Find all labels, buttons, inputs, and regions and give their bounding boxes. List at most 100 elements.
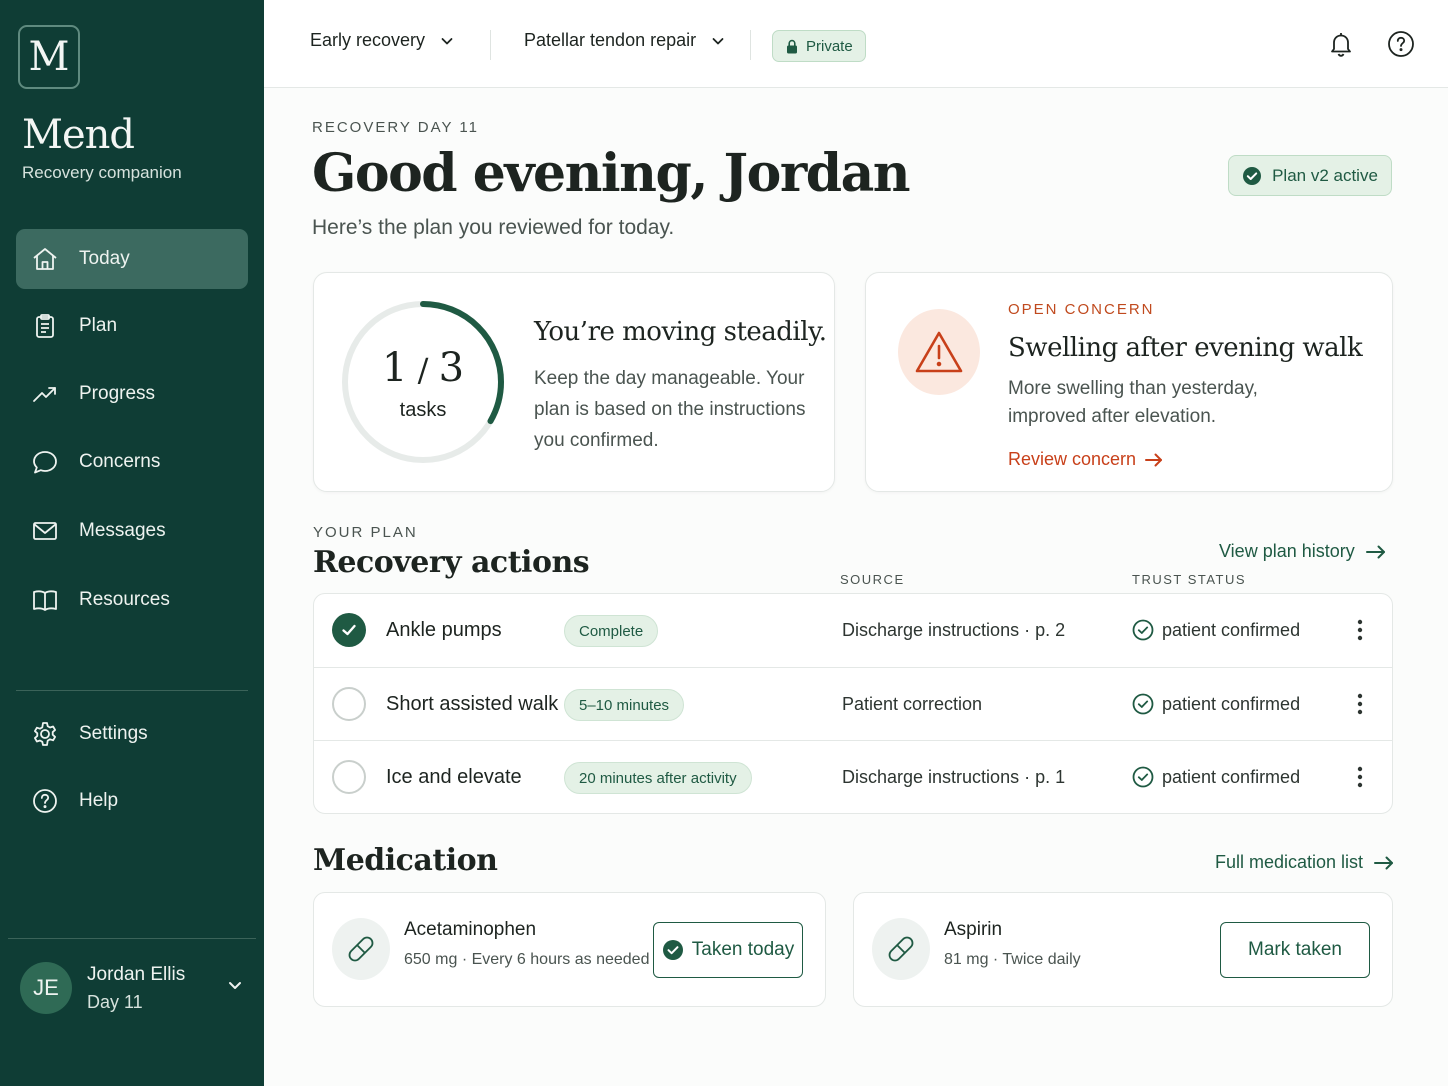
action-source: Discharge instructions · p. 1 <box>842 767 1066 787</box>
app-subtitle: Recovery companion <box>22 163 182 182</box>
book-icon <box>30 585 60 615</box>
view-plan-history-link[interactable]: View plan history <box>1219 541 1387 562</box>
row-menu-icon[interactable] <box>1350 690 1370 718</box>
plan-version-label: Plan v2 active <box>1272 165 1378 185</box>
sidebar-item-concerns[interactable]: Concerns <box>16 432 248 492</box>
check-circle-icon <box>1132 619 1154 641</box>
user-name: Jordan Ellis <box>87 963 186 985</box>
privacy-label: Private <box>806 37 853 55</box>
recovery-actions-table: Ankle pumps Complete Discharge instructi… <box>313 593 1393 814</box>
view-plan-history-label: View plan history <box>1219 541 1355 561</box>
table-row: Ankle pumps Complete Discharge instructi… <box>314 594 1392 667</box>
action-source: Discharge instructions · p. 2 <box>842 620 1066 640</box>
taken-today-button[interactable]: Taken today <box>653 922 803 978</box>
help-circle-icon <box>30 786 60 816</box>
complete-checkbox[interactable] <box>332 613 366 647</box>
progress-title: You’re moving steadily. <box>534 317 827 347</box>
medication-section-title: Medication <box>313 843 498 878</box>
sidebar-item-label: Settings <box>79 723 148 744</box>
mail-icon <box>30 516 60 546</box>
chevron-down-icon <box>441 37 453 44</box>
help-circle-icon[interactable] <box>1385 28 1417 60</box>
phase-dropdown[interactable]: Early recovery <box>310 30 455 51</box>
app-name: Mend <box>22 112 135 158</box>
review-concern-label: Review concern <box>1008 449 1137 469</box>
topbar-divider <box>750 30 751 60</box>
row-menu-icon[interactable] <box>1350 616 1370 644</box>
progress-description: Keep the day manageable. Your plan is ba… <box>534 368 806 451</box>
concern-description: More swelling than yesterday, improved a… <box>1008 378 1258 427</box>
chevron-down-icon <box>226 976 244 999</box>
trust-status: patient confirmed <box>1132 619 1300 641</box>
sidebar-item-label: Today <box>79 248 130 269</box>
procedure-dropdown[interactable]: Patellar tendon repair <box>524 30 726 51</box>
sidebar-item-today[interactable]: Today <box>16 229 248 289</box>
sidebar-item-messages[interactable]: Messages <box>16 501 248 561</box>
table-row: Ice and elevate 20 minutes after activit… <box>314 740 1392 813</box>
plan-section-title: Recovery actions <box>313 545 590 580</box>
trust-status-label: patient confirmed <box>1162 693 1301 714</box>
incomplete-checkbox[interactable] <box>332 687 366 721</box>
tasks-total: 3 <box>438 345 465 391</box>
concern-title: Swelling after evening walk <box>1008 333 1363 363</box>
clipboard-icon <box>30 311 60 341</box>
chat-bubble-icon <box>30 447 60 477</box>
concern-eyebrow: OPEN CONCERN <box>1008 301 1155 318</box>
sidebar-divider <box>16 690 248 691</box>
privacy-badge[interactable]: Private <box>772 30 866 62</box>
arrow-right-icon <box>1365 545 1385 558</box>
pill-icon <box>872 918 930 980</box>
topbar-divider <box>490 30 491 60</box>
trust-status-label: patient confirmed <box>1162 766 1301 787</box>
home-icon <box>30 244 60 274</box>
sidebar-item-progress[interactable]: Progress <box>16 364 248 424</box>
trust-status: patient confirmed <box>1132 766 1300 788</box>
sidebar-divider <box>8 938 256 939</box>
mark-taken-label: Mark taken <box>1248 939 1342 960</box>
sidebar-item-resources[interactable]: Resources <box>16 570 248 630</box>
row-menu-icon[interactable] <box>1350 763 1370 791</box>
sidebar: M Mend Recovery companion Today Plan Pro… <box>0 0 264 1086</box>
app-logo[interactable]: M <box>18 25 80 89</box>
warning-icon <box>898 309 980 395</box>
action-name: Short assisted walk <box>386 693 559 715</box>
sidebar-item-label: Resources <box>79 589 170 610</box>
bell-icon[interactable] <box>1325 28 1357 60</box>
medication-name: Acetaminophen <box>404 919 537 940</box>
trust-status-label: patient confirmed <box>1162 619 1301 640</box>
check-circle-icon <box>1132 693 1154 715</box>
incomplete-checkbox[interactable] <box>332 760 366 794</box>
page-subtitle: Here’s the plan you reviewed for today. <box>312 216 675 239</box>
table-row: Short assisted walk 5–10 minutes Patient… <box>314 667 1392 740</box>
plan-eyebrow: YOUR PLAN <box>313 524 418 541</box>
open-concern-card: OPEN CONCERN Swelling after evening walk… <box>865 272 1393 492</box>
gear-icon <box>30 719 60 749</box>
sidebar-item-plan[interactable]: Plan <box>16 296 248 356</box>
sidebar-item-label: Progress <box>79 383 156 404</box>
medication-card: Aspirin 81 mg · Twice daily Mark taken <box>853 892 1393 1007</box>
check-circle-icon <box>1132 766 1154 788</box>
arrow-right-icon <box>1145 453 1163 466</box>
user-menu[interactable]: JE Jordan Ellis Day 11 <box>20 958 256 1018</box>
full-medication-list-label: Full medication list <box>1215 852 1364 872</box>
trust-status: patient confirmed <box>1132 693 1300 715</box>
phase-dropdown-label: Early recovery <box>310 30 426 50</box>
taken-today-label: Taken today <box>691 939 795 960</box>
full-medication-list-link[interactable]: Full medication list <box>1215 852 1395 873</box>
mark-taken-button[interactable]: Mark taken <box>1220 922 1370 978</box>
progress-card: 1 / 3 tasks You’re moving steadily. Keep… <box>313 272 835 492</box>
sidebar-item-settings[interactable]: Settings <box>16 704 248 764</box>
action-source: Patient correction <box>842 694 983 714</box>
sidebar-item-help[interactable]: Help <box>16 771 248 831</box>
plan-version-badge[interactable]: Plan v2 active <box>1228 155 1392 196</box>
tasks-label: tasks <box>399 399 447 421</box>
medication-name: Aspirin <box>944 919 1003 940</box>
chevron-down-icon <box>712 37 724 44</box>
trend-up-icon <box>30 379 60 409</box>
lock-icon <box>787 39 797 53</box>
review-concern-link[interactable]: Review concern <box>1008 449 1164 470</box>
user-day: Day 11 <box>87 991 143 1012</box>
procedure-dropdown-label: Patellar tendon repair <box>524 30 697 50</box>
action-tag: 20 minutes after activity <box>564 762 752 794</box>
medication-card: Acetaminophen 650 mg · Every 6 hours as … <box>313 892 826 1007</box>
